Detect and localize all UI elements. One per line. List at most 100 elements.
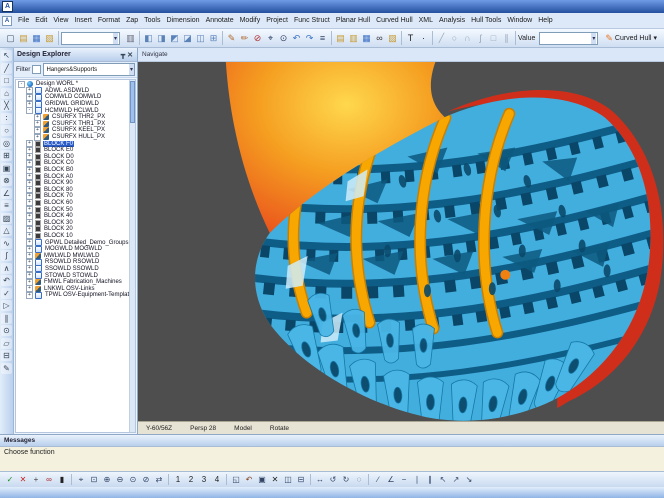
tree-item[interactable]: + BLOCK 30 <box>16 219 135 226</box>
circle-tool-icon[interactable]: ○ <box>1 125 12 136</box>
model-canvas-3d[interactable] <box>138 62 664 421</box>
zoom-previous-icon[interactable]: ⊘ <box>140 474 152 486</box>
undo-icon[interactable]: ↶ <box>290 32 303 45</box>
view-cascade-icon[interactable]: ◩ <box>168 32 181 45</box>
arrow-nw-icon[interactable]: ↖ <box>437 474 449 486</box>
point-tool-icon[interactable]: ∶ <box>1 113 12 124</box>
angle-tool-icon[interactable]: ∠ <box>1 188 12 199</box>
tree-item[interactable]: + BLOCK C0 <box>16 160 135 167</box>
confirm-icon[interactable]: ✓ <box>4 474 16 486</box>
tree-item[interactable]: + BLOCK 90 <box>16 180 135 187</box>
polygon-tool-icon[interactable]: ⌂ <box>1 88 12 99</box>
pan-view-icon[interactable]: ⇄ <box>153 474 165 486</box>
tree-item[interactable]: + BLOCK 70 <box>16 193 135 200</box>
spline-shape-icon[interactable]: ʃ <box>474 32 487 45</box>
trim-tool-icon[interactable]: ⊗ <box>1 175 12 186</box>
expand-toggle-icon[interactable]: - <box>26 107 33 114</box>
tree-item[interactable]: + LNKWL OSV-Links <box>16 285 135 292</box>
tree-item[interactable]: + CSURFX HULL_PX <box>16 134 135 141</box>
chevron-down-icon[interactable]: ▾ <box>113 33 118 44</box>
display-icon[interactable]: ▮ <box>56 474 68 486</box>
view-plan-icon[interactable]: ⊞ <box>207 32 220 45</box>
locate-icon[interactable]: ⌖ <box>264 32 277 45</box>
menu-item[interactable]: Format <box>95 17 123 24</box>
split-tool-icon[interactable]: ⊟ <box>1 350 12 361</box>
curved-hull-button[interactable]: ✎ Curved Hull ▾ <box>602 32 660 45</box>
tree-item[interactable]: + GRIDWL GRIDWLD <box>16 101 135 108</box>
pan-hand-icon[interactable]: + <box>30 474 42 486</box>
text-tool-icon[interactable]: T <box>404 32 417 45</box>
undo-tool-icon[interactable]: ↶ <box>1 275 12 286</box>
filter-checkbox[interactable] <box>32 65 41 74</box>
menu-item[interactable]: Tools <box>141 17 163 24</box>
menu-item[interactable]: XML <box>416 17 436 24</box>
split-window-icon[interactable]: ⊟ <box>295 474 307 486</box>
new-window-icon[interactable]: ◱ <box>230 474 242 486</box>
tree-item[interactable]: + TPWL OSV-Equipment-Templates <box>16 292 135 299</box>
parallel-icon[interactable]: ∥ <box>424 474 436 486</box>
rect-shape-icon[interactable]: □ <box>487 32 500 45</box>
tree-item[interactable]: - Design WORL * <box>16 81 135 88</box>
library-folder-icon[interactable]: ▦ <box>360 32 373 45</box>
tree-item[interactable]: + BLOCK 40 <box>16 213 135 220</box>
menu-item[interactable]: Func Struct <box>291 17 333 24</box>
hatch-shape-icon[interactable]: ∥ <box>500 32 513 45</box>
open-icon[interactable]: ▤ <box>17 32 30 45</box>
line-shape-icon[interactable]: ╱ <box>435 32 448 45</box>
zoom-out-icon[interactable]: ⊖ <box>114 474 126 486</box>
menu-item[interactable]: Modify <box>237 17 264 24</box>
view-single-icon[interactable]: ◧ <box>142 32 155 45</box>
tree-item[interactable]: + STOWLD STOWLD <box>16 272 135 279</box>
save-icon[interactable]: ▦ <box>30 32 43 45</box>
view-iso-icon[interactable]: ◫ <box>194 32 207 45</box>
rect-tool-icon[interactable]: □ <box>1 75 12 86</box>
arrow-se-icon[interactable]: ↘ <box>463 474 475 486</box>
spline-tool-icon[interactable]: ʃ <box>1 250 12 261</box>
view-tile-icon[interactable]: ◨ <box>155 32 168 45</box>
expand-toggle-icon[interactable]: + <box>34 134 41 141</box>
hatch-tool-icon[interactable]: ▨ <box>1 213 12 224</box>
tree-item[interactable]: + ADWL ASDWLD <box>16 88 135 95</box>
layers-tool-icon[interactable]: ≡ <box>1 200 12 211</box>
value-combo[interactable]: ▾ <box>539 32 598 45</box>
menu-item[interactable]: Annotate <box>203 17 237 24</box>
chevron-down-icon[interactable]: ▾ <box>129 64 134 75</box>
point-mark-icon[interactable]: · <box>417 32 430 45</box>
view-4-button[interactable]: 4 <box>211 474 223 486</box>
menu-item[interactable]: Window <box>504 17 535 24</box>
tree-scrollbar[interactable] <box>129 80 135 432</box>
tree-item[interactable]: + BLOCK D0 <box>16 154 135 161</box>
menu-item[interactable]: Dimension <box>163 17 202 24</box>
select-cursor-icon[interactable]: ↖ <box>1 50 12 61</box>
close-icon[interactable]: ✕ <box>126 51 134 59</box>
circle-shape-icon[interactable]: ○ <box>448 32 461 45</box>
line-style-2-icon[interactable]: − <box>398 474 410 486</box>
tile-windows-icon[interactable]: ◫ <box>282 474 294 486</box>
menu-item[interactable]: Project <box>263 17 291 24</box>
print-icon[interactable]: ▥ <box>124 32 137 45</box>
menu-item[interactable]: Edit <box>32 17 50 24</box>
tree-item[interactable]: + BLOCK E0 <box>16 147 135 154</box>
ring-tool-icon[interactable]: ◎ <box>1 138 12 149</box>
chevron-down-icon[interactable]: ▾ <box>591 33 596 44</box>
toolbar-combo[interactable]: ▾ <box>61 32 120 45</box>
menu-item[interactable]: Insert <box>71 17 95 24</box>
parallelogram-tool-icon[interactable]: ▱ <box>1 338 12 349</box>
view-3-button[interactable]: 3 <box>198 474 210 486</box>
modify-icon[interactable]: ✎ <box>225 32 238 45</box>
fill-tool-icon[interactable]: ▣ <box>1 163 12 174</box>
binoculars-icon[interactable]: ∞ <box>373 32 386 45</box>
triangle-tool-icon[interactable]: △ <box>1 225 12 236</box>
menu-item[interactable]: Planar Hull <box>333 17 373 24</box>
tree-item[interactable]: + RSOWLD RSOWLD <box>16 259 135 266</box>
line-tool-icon[interactable]: ╱ <box>1 63 12 74</box>
tree-item[interactable]: + BLOCK 10 <box>16 233 135 240</box>
erase-icon[interactable]: ⊘ <box>251 32 264 45</box>
curve-tool-icon[interactable]: ∿ <box>1 238 12 249</box>
arc-shape-icon[interactable]: ∩ <box>461 32 474 45</box>
glasses-icon[interactable]: ∞ <box>43 474 55 486</box>
title-bar[interactable]: A <box>0 0 664 13</box>
vertex-tool-icon[interactable]: ∧ <box>1 263 12 274</box>
tree-item[interactable]: + GPWL Detailed_Demo_Groups <box>16 239 135 246</box>
tree-item[interactable]: + BLOCK 50 <box>16 206 135 213</box>
